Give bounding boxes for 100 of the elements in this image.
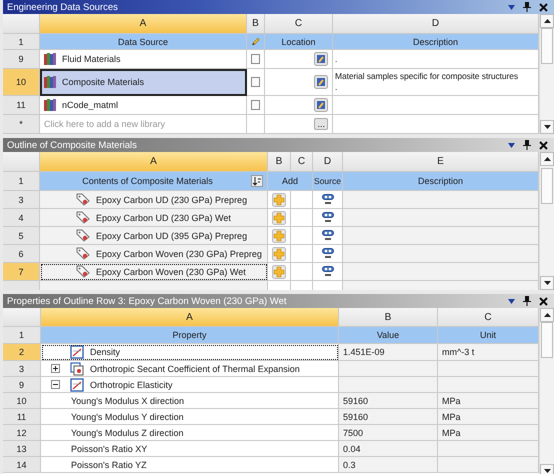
dropdown-icon[interactable] — [508, 4, 515, 10]
scrollbar[interactable] — [539, 308, 554, 474]
column-header[interactable]: B — [268, 152, 291, 172]
link-icon[interactable] — [322, 230, 334, 242]
column-header[interactable]: E — [343, 152, 539, 172]
browse-location-icon[interactable] — [314, 75, 328, 89]
pin-icon[interactable] — [523, 2, 531, 12]
link-icon[interactable] — [322, 266, 334, 278]
value-text: 59160 — [343, 412, 368, 422]
books-icon — [44, 99, 56, 111]
row-number: 1 — [3, 34, 40, 50]
column-title: Contents of Composite Materials — [81, 176, 214, 186]
scroll-thumb[interactable] — [541, 168, 553, 204]
scroll-thumb[interactable] — [541, 28, 553, 64]
unit-text: mm^-3 t — [442, 347, 474, 357]
library-cell[interactable]: nCode_matml — [40, 96, 247, 115]
link-icon[interactable] — [322, 248, 334, 260]
description-text: . — [335, 54, 338, 64]
column-title: Location — [265, 34, 333, 50]
dropdown-icon[interactable] — [508, 142, 515, 148]
row-number: 6 — [3, 245, 40, 263]
row-number: 4 — [3, 209, 40, 227]
property-cell[interactable]: Poisson's Ratio YZ — [41, 457, 339, 473]
column-header[interactable]: A — [40, 14, 247, 34]
scroll-thumb[interactable] — [541, 322, 553, 358]
column-header[interactable]: C — [438, 308, 539, 327]
property-cell[interactable]: Density — [41, 344, 339, 361]
column-title: Description — [343, 172, 539, 191]
link-icon[interactable] — [322, 194, 334, 206]
row-number: 5 — [3, 227, 40, 245]
material-cell[interactable]: Epoxy Carbon Woven (230 GPa) Prepreg — [40, 245, 268, 263]
browse-location-icon[interactable] — [314, 98, 328, 112]
row-number: 9 — [3, 377, 41, 393]
property-cell[interactable]: Young's Modulus Z direction — [41, 425, 339, 441]
property-cell[interactable]: Young's Modulus X direction — [41, 393, 339, 409]
property-cell[interactable]: Orthotropic Secant Coefficient of Thermal Expansion — [41, 361, 339, 377]
expand-icon[interactable] — [51, 364, 60, 373]
row-number: 10 — [3, 69, 40, 96]
row-number: 3 — [3, 361, 41, 377]
dropdown-icon[interactable] — [508, 298, 515, 304]
library-cell[interactable]: Composite Materials — [40, 69, 247, 96]
value-text: 0.04 — [343, 444, 361, 454]
column-title: Value — [339, 327, 438, 344]
scroll-up-button[interactable] — [540, 308, 554, 322]
column-title: Add — [268, 172, 313, 191]
link-icon[interactable] — [322, 212, 334, 224]
row-number: 1 — [3, 172, 40, 191]
checkbox[interactable] — [251, 100, 260, 110]
material-cell[interactable]: Epoxy Carbon UD (230 GPa) Wet — [40, 209, 268, 227]
material-cell[interactable]: Epoxy Carbon UD (230 GPa) Prepreg — [40, 191, 268, 209]
scroll-up-button[interactable] — [540, 152, 554, 166]
unit-text: MPa — [442, 428, 461, 438]
row-number: 12 — [3, 425, 41, 441]
scroll-down-button[interactable] — [540, 276, 554, 290]
sort-icon[interactable] — [251, 175, 263, 187]
tags-icon — [70, 362, 84, 376]
close-icon[interactable] — [539, 140, 548, 150]
panel-title: Engineering Data Sources — [7, 2, 119, 12]
column-header[interactable]: B — [339, 308, 438, 327]
description-text: . — [335, 82, 338, 93]
scrollbar[interactable] — [539, 152, 554, 290]
scroll-down-button[interactable] — [540, 120, 554, 134]
row-number: 3 — [3, 191, 40, 209]
material-cell[interactable]: Epoxy Carbon Woven (230 GPa) Wet — [40, 263, 268, 281]
column-header[interactable]: D — [333, 14, 539, 34]
scroll-down-icon — [544, 469, 550, 473]
column-header[interactable]: B — [247, 14, 265, 34]
close-icon[interactable] — [539, 2, 548, 12]
material-cell[interactable]: Epoxy Carbon UD (395 GPa) Prepreg — [40, 227, 268, 245]
scroll-down-icon — [544, 281, 550, 285]
browse-button[interactable]: ... — [314, 118, 328, 130]
row-number: 1 — [3, 327, 41, 344]
scroll-up-icon — [544, 157, 550, 161]
tag-icon — [76, 229, 90, 242]
browse-location-icon[interactable] — [314, 52, 328, 66]
corner-cell — [3, 308, 41, 327]
corner-cell — [3, 152, 40, 172]
close-icon[interactable] — [539, 296, 548, 306]
row-number: 13 — [3, 441, 41, 457]
scroll-down-button[interactable] — [540, 464, 554, 474]
column-header[interactable]: C — [265, 14, 333, 34]
row-number: 7 — [3, 263, 40, 281]
column-title: Source — [313, 172, 343, 191]
scroll-up-button[interactable] — [540, 14, 554, 28]
column-header[interactable]: C — [291, 152, 313, 172]
checkbox[interactable] — [251, 54, 260, 64]
scrollbar[interactable] — [539, 14, 554, 134]
panel-title: Properties of Outline Row 3: Epoxy Carbon Woven (230 GPa) Wet — [7, 296, 288, 306]
column-header[interactable]: A — [41, 308, 339, 327]
row-number: 9 — [3, 50, 40, 69]
property-cell[interactable]: Poisson's Ratio XY — [41, 441, 339, 457]
scroll-up-icon — [544, 313, 550, 317]
column-header[interactable]: A — [40, 152, 268, 172]
pin-icon[interactable] — [523, 140, 531, 150]
property-cell[interactable]: Young's Modulus Y direction — [41, 409, 339, 425]
column-header[interactable]: D — [313, 152, 343, 172]
checkbox[interactable] — [251, 77, 260, 87]
collapse-icon[interactable] — [51, 380, 60, 389]
pin-icon[interactable] — [523, 296, 531, 306]
property-cell[interactable]: Orthotropic Elasticity — [41, 377, 339, 393]
